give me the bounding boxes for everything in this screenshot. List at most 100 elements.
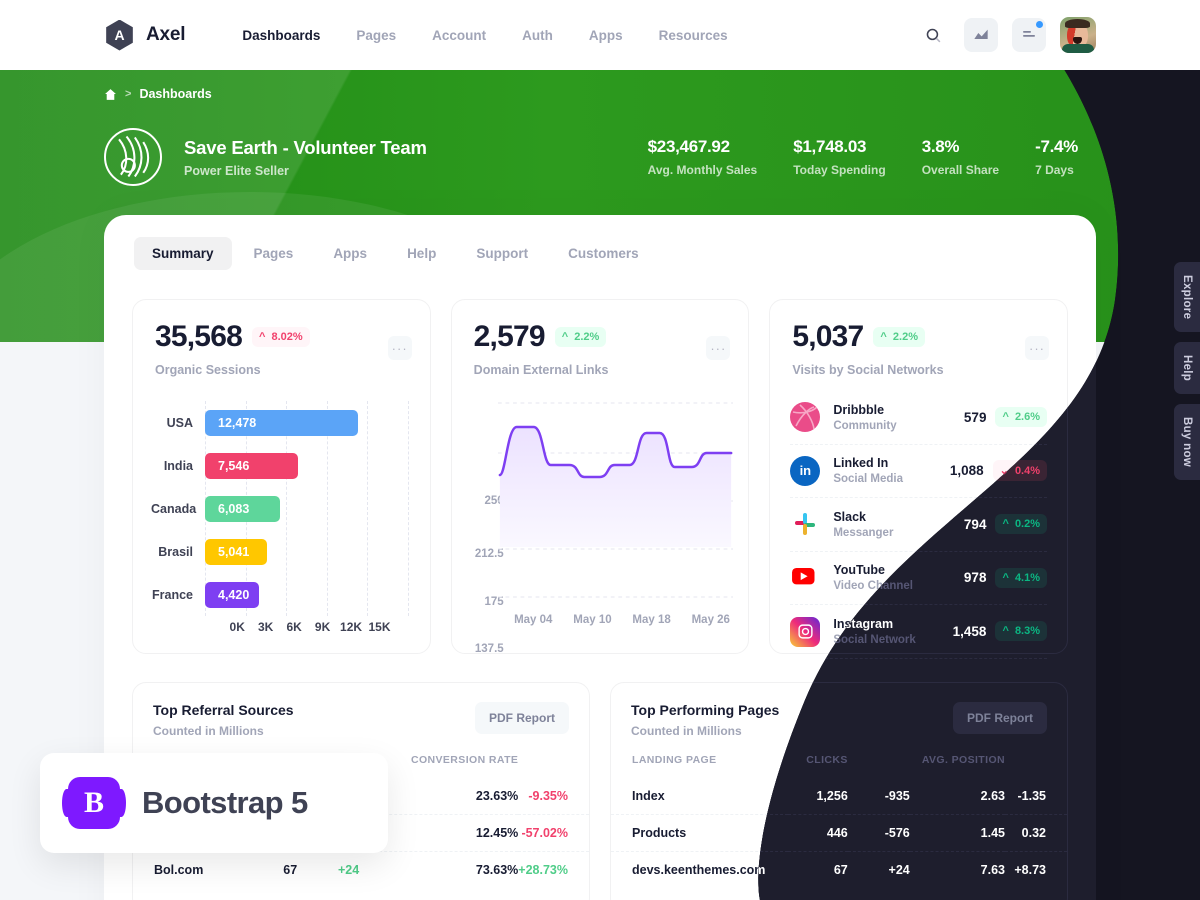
- tab-customers[interactable]: Customers: [550, 237, 657, 270]
- brand[interactable]: A Axel: [104, 19, 186, 51]
- sidetab-help[interactable]: Help: [1174, 342, 1200, 395]
- area-chart-svg: [497, 402, 733, 598]
- bar-value: 6,083: [205, 495, 280, 522]
- col-clicks: CLICKS: [806, 754, 848, 766]
- referral-subtitle: Counted in Millions: [153, 724, 264, 738]
- app-root: A Axel Dashboards Pages Account Auth App…: [0, 0, 1200, 900]
- nav-item-apps[interactable]: Apps: [571, 22, 641, 49]
- x-tick: May 18: [632, 614, 671, 626]
- bar-label: USA: [166, 415, 193, 430]
- cell-clicks: 1,256: [816, 789, 848, 803]
- hero-stat-sales: $23,467.92 Avg. Monthly Sales: [630, 137, 776, 177]
- list-item[interactable]: Dribbble Community 579 ^ 2.6%: [790, 391, 1048, 445]
- links-card-menu-icon[interactable]: ···: [706, 336, 731, 360]
- social-name: YouTube: [833, 563, 885, 578]
- col-avg-position: AVG. POSITION: [921, 754, 1005, 766]
- navbar-actions: [916, 17, 1096, 53]
- tab-summary[interactable]: Summary: [134, 237, 232, 270]
- social-name: Instagram: [833, 617, 894, 632]
- social-visits-card: 5,037 ^ 2.2% Visits by Social Networks ·…: [769, 299, 1069, 654]
- bootstrap-badge[interactable]: B Bootstrap 5: [40, 753, 388, 853]
- social-delta: ^ 0.2%: [995, 514, 1048, 535]
- links-value: 2,579: [473, 320, 546, 353]
- organic-subtitle: Organic Sessions: [155, 363, 261, 377]
- list-item[interactable]: in Linked In Social Media 1,088 ⌄ 0.4%: [790, 445, 1048, 498]
- x-tick: 9K: [314, 620, 331, 634]
- table-row[interactable]: devs.keenthemes.com 67 +24 7.63 +8.73: [611, 851, 1067, 888]
- cell-clicks-delta: -576: [847, 814, 910, 852]
- main-menu: Dashboards Pages Account Auth Apps Resou…: [224, 22, 745, 49]
- nav-item-pages[interactable]: Pages: [338, 22, 414, 49]
- cell-position-delta: -1.35: [1017, 789, 1047, 803]
- bar-label: Brasil: [158, 544, 193, 559]
- x-tick: 0K: [229, 620, 245, 634]
- social-delta: ^ 2.6%: [995, 407, 1048, 428]
- cell-page: devs.keenthemes.com: [611, 851, 788, 888]
- cell-rate: 73.63%: [359, 851, 519, 888]
- home-icon: [105, 88, 116, 100]
- notifications-icon[interactable]: [1012, 18, 1046, 52]
- social-subtitle: Visits by Social Networks: [792, 363, 944, 377]
- stat-cards-row: 35,568 ^ 8.02% Organic Sessions ··· USA: [104, 270, 1096, 702]
- tab-apps[interactable]: Apps: [315, 237, 385, 270]
- cell-page: Index: [632, 789, 665, 803]
- referral-pdf-report-button[interactable]: PDF Report: [475, 702, 569, 734]
- col-landing-page: LANDING PAGE: [632, 754, 717, 766]
- social-card-menu-icon[interactable]: ···: [1025, 336, 1050, 360]
- social-category: Messanger: [833, 526, 894, 539]
- y-tick: 137.5: [474, 643, 504, 655]
- table-row[interactable]: Products 446 -576 1.45 0.32: [611, 814, 1067, 852]
- dribbble-icon: [790, 402, 821, 433]
- tab-help[interactable]: Help: [389, 237, 454, 270]
- social-name: Slack: [833, 509, 867, 524]
- pages-subtitle: Counted in Millions: [631, 724, 742, 738]
- list-item[interactable]: Slack Messanger 794 ^ 0.2%: [790, 498, 1048, 552]
- bootstrap-badge-label: Bootstrap 5: [142, 785, 308, 820]
- social-delta: ^ 4.1%: [995, 567, 1048, 588]
- search-icon[interactable]: [916, 18, 950, 52]
- nav-item-resources[interactable]: Resources: [641, 22, 746, 49]
- organic-delta-badge: ^ 8.02%: [251, 327, 310, 347]
- table-row[interactable]: Index 1,256 -935 2.63 -1.35: [611, 778, 1067, 815]
- organic-card-menu-icon[interactable]: ···: [387, 336, 412, 360]
- nav-item-account[interactable]: Account: [414, 22, 504, 49]
- list-item[interactable]: Instagram Social Network 1,458 ^ 8.3%: [790, 605, 1048, 659]
- social-name: Dribbble: [833, 402, 885, 417]
- team-info: Save Earth - Volunteer Team Power Elite …: [184, 137, 427, 178]
- bar-value: 12,478: [205, 409, 359, 436]
- social-value-count: 1,088: [949, 463, 984, 479]
- sidetab-explore[interactable]: Explore: [1174, 262, 1200, 333]
- social-name: Linked In: [833, 456, 889, 471]
- social-networks-list: Dribbble Community 579 ^ 2.6% in Linked …: [770, 377, 1067, 659]
- brand-logo-icon: A: [106, 19, 133, 51]
- nav-item-dashboards[interactable]: Dashboards: [224, 22, 338, 49]
- bar-label: France: [152, 587, 193, 602]
- sidetab-buy-now[interactable]: Buy now: [1174, 404, 1200, 481]
- notification-badge: [1036, 21, 1043, 28]
- youtube-icon: [790, 562, 821, 593]
- top-performing-pages-card: Top Performing Pages Counted in Millions…: [610, 682, 1068, 900]
- bar-value: 7,546: [205, 452, 298, 479]
- social-category: Community: [833, 419, 897, 432]
- cell-clicks-delta: -935: [884, 789, 910, 803]
- bar-label: Canada: [151, 501, 197, 516]
- x-tick: 15K: [368, 620, 391, 634]
- pages-pdf-report-button[interactable]: PDF Report: [953, 702, 1047, 734]
- avatar[interactable]: [1060, 17, 1096, 53]
- cell-position-delta: +8.73: [1005, 851, 1067, 888]
- nav-item-auth[interactable]: Auth: [504, 22, 571, 49]
- x-tick: May 10: [573, 614, 612, 626]
- table-row[interactable]: Bol.com 67 +24 73.63% +28.73%: [133, 851, 589, 888]
- tab-support[interactable]: Support: [458, 237, 546, 270]
- list-item[interactable]: YouTube Video Channel 978 ^ 4.1%: [790, 552, 1048, 605]
- bar-label: India: [163, 458, 193, 473]
- social-value-count: 978: [963, 570, 987, 586]
- social-category: Video Channel: [833, 580, 914, 593]
- chart-icon[interactable]: [964, 18, 998, 52]
- tab-pages[interactable]: Pages: [236, 237, 312, 270]
- cell-clicks-delta: +24: [847, 851, 910, 888]
- referral-title: Top Referral Sources: [153, 702, 294, 718]
- x-tick: May 04: [514, 614, 553, 626]
- breadcrumb-current[interactable]: Dashboards: [139, 87, 211, 101]
- cell-rate-delta: +28.73%: [518, 851, 589, 888]
